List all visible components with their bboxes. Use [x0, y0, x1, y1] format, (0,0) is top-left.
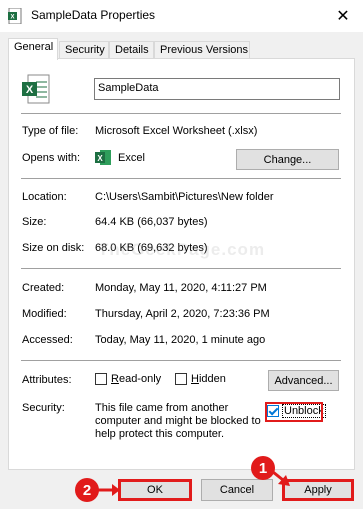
tab-details-label: Details: [115, 44, 149, 56]
svg-text:X: X: [10, 15, 14, 21]
readonly-checkbox-box[interactable]: [95, 373, 107, 385]
unblock-highlight-box: [265, 402, 323, 422]
cancel-button[interactable]: Cancel: [201, 479, 273, 501]
size-label: Size:: [22, 216, 47, 228]
security-label: Security:: [22, 402, 65, 414]
accessed-label: Accessed:: [22, 334, 73, 346]
change-button[interactable]: Change...: [236, 149, 339, 170]
location-value: C:\Users\Sambit\Pictures\New folder: [95, 191, 274, 203]
readonly-checkbox[interactable]: Read-only: [95, 373, 161, 385]
opens-with-label: Opens with:: [22, 152, 81, 164]
tab-previous-versions-label: Previous Versions: [160, 44, 249, 56]
created-label: Created:: [22, 282, 65, 294]
readonly-accel: R: [111, 373, 119, 385]
watermark: TheGeekPage.com: [97, 240, 266, 259]
separator: [21, 268, 341, 269]
tab-general-label: General: [14, 41, 54, 53]
security-line-1: This file came from another: [95, 402, 229, 414]
step-1-arrow-icon: [268, 468, 290, 486]
change-button-label: Change...: [263, 153, 312, 166]
apply-highlight-box: [282, 479, 354, 501]
svg-text:X: X: [97, 154, 103, 163]
hidden-checkbox[interactable]: Hidden: [175, 373, 226, 385]
title-bar: X SampleData Properties ✕: [0, 0, 363, 32]
hidden-accel: H: [191, 373, 199, 385]
tab-security[interactable]: Security: [59, 41, 109, 59]
type-of-file-value: Microsoft Excel Worksheet (.xlsx): [95, 125, 258, 137]
modified-label: Modified:: [22, 308, 67, 320]
advanced-button[interactable]: Advanced...: [268, 370, 339, 391]
tab-general[interactable]: General: [8, 38, 58, 60]
ok-highlight-box: [118, 479, 192, 501]
modified-value: Thursday, April 2, 2020, 7:23:36 PM: [95, 308, 270, 320]
svg-text:X: X: [26, 84, 34, 96]
excel-file-icon: X: [8, 8, 22, 24]
close-button[interactable]: ✕: [323, 0, 363, 32]
size-value: 64.4 KB (66,037 bytes): [95, 216, 208, 228]
step-2-arrow-icon: [98, 484, 120, 496]
close-icon: ✕: [336, 8, 350, 25]
separator: [21, 113, 341, 114]
type-of-file-label: Type of file:: [22, 125, 79, 137]
tab-security-label: Security: [65, 44, 105, 56]
tab-details[interactable]: Details: [109, 41, 154, 59]
file-name-input[interactable]: SampleData: [94, 78, 340, 100]
advanced-button-label: Advanced...: [274, 374, 333, 387]
cancel-button-label: Cancel: [219, 484, 255, 496]
opens-with-value: Excel: [118, 152, 145, 164]
created-value: Monday, May 11, 2020, 4:11:27 PM: [95, 282, 267, 294]
separator: [21, 360, 341, 361]
hidden-checkbox-label: Hidden: [191, 373, 226, 385]
tab-strip: General Security Details Previous Versio…: [8, 38, 358, 60]
attributes-label: Attributes:: [22, 374, 72, 386]
security-line-3: help protect this computer.: [95, 428, 225, 440]
tab-previous-versions[interactable]: Previous Versions: [154, 41, 250, 59]
hidden-rest: idden: [198, 373, 226, 385]
accessed-value: Today, May 11, 2020, 1 minute ago: [95, 334, 266, 346]
excel-app-icon: X: [95, 150, 111, 165]
step-2-badge: 2: [75, 478, 99, 502]
separator: [21, 178, 341, 179]
readonly-checkbox-label: Read-only: [111, 373, 161, 385]
window-title: SampleData Properties: [31, 8, 156, 22]
security-line-2: computer and might be blocked to: [95, 415, 261, 427]
hidden-checkbox-box[interactable]: [175, 373, 187, 385]
location-label: Location:: [22, 191, 67, 203]
excel-large-icon: X: [22, 74, 50, 104]
readonly-rest: ead-only: [118, 373, 162, 385]
